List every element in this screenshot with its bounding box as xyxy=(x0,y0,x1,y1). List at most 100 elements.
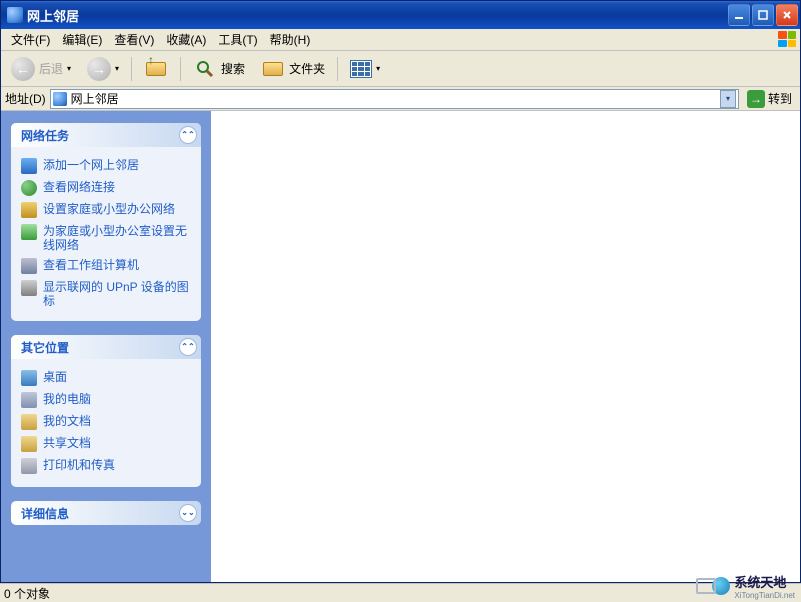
netadd-icon xyxy=(21,158,37,174)
address-location-icon xyxy=(53,92,67,106)
windows-logo-icon xyxy=(778,31,796,47)
content-area: 网络任务⌃⌃添加一个网上邻居查看网络连接设置家庭或小型办公网络为家庭或小型办公室… xyxy=(1,111,800,582)
task-label: 我的文档 xyxy=(43,414,91,428)
toolbar: ← 后退 ▾ → ▾ ↑ 搜索 文件夹 xyxy=(1,51,800,87)
menu-help[interactable]: 帮助(H) xyxy=(264,29,317,50)
panel-body: 添加一个网上邻居查看网络连接设置家庭或小型办公网络为家庭或小型办公室设置无线网络… xyxy=(11,147,201,321)
netconn-icon xyxy=(21,180,37,196)
search-icon xyxy=(193,57,217,81)
panel-header[interactable]: 详细信息⌄⌄ xyxy=(11,501,201,525)
back-button[interactable]: ← 后退 ▾ xyxy=(5,55,77,83)
back-label: 后退 xyxy=(39,60,63,77)
menubar: 文件(F) 编辑(E) 查看(V) 收藏(A) 工具(T) 帮助(H) xyxy=(1,29,800,51)
collapse-icon[interactable]: ⌃⌃ xyxy=(179,126,197,144)
forward-dropdown-icon[interactable]: ▾ xyxy=(115,64,119,73)
address-value: 网上邻居 xyxy=(71,90,716,107)
panel-title: 详细信息 xyxy=(21,505,179,522)
task-label: 查看网络连接 xyxy=(43,180,115,194)
shared-icon xyxy=(21,436,37,452)
task-label: 打印机和传真 xyxy=(43,458,115,472)
up-folder-icon: ↑ xyxy=(144,57,168,81)
maximize-button[interactable] xyxy=(752,4,774,26)
expand-icon[interactable]: ⌄⌄ xyxy=(179,504,197,522)
search-button[interactable]: 搜索 xyxy=(187,55,251,83)
back-arrow-icon: ← xyxy=(11,57,35,81)
task-pane: 网络任务⌃⌃添加一个网上邻居查看网络连接设置家庭或小型办公网络为家庭或小型办公室… xyxy=(1,111,211,582)
menu-view[interactable]: 查看(V) xyxy=(108,29,160,50)
watermark-main: 系统天地 xyxy=(734,575,786,590)
folders-button[interactable]: 文件夹 xyxy=(255,55,331,83)
views-button[interactable]: ▾ xyxy=(344,58,386,80)
task-link[interactable]: 我的电脑 xyxy=(21,389,191,411)
window-title: 网上邻居 xyxy=(27,6,728,25)
back-dropdown-icon[interactable]: ▾ xyxy=(67,64,71,73)
task-label: 我的电脑 xyxy=(43,392,91,406)
task-label: 设置家庭或小型办公网络 xyxy=(43,202,175,216)
task-label: 桌面 xyxy=(43,370,67,384)
task-link[interactable]: 显示联网的 UPnP 设备的图标 xyxy=(21,277,191,311)
panel-title: 网络任务 xyxy=(21,127,179,144)
workgroup-icon xyxy=(21,258,37,274)
addressbar: 地址(D) 网上邻居 ▾ → 转到 xyxy=(1,87,800,111)
upnp-icon xyxy=(21,280,37,296)
watermark: 系统天地 XiTongTianDi.net xyxy=(696,572,795,600)
watermark-logo-icon xyxy=(696,577,730,595)
toolbar-separator xyxy=(337,57,338,81)
folders-icon xyxy=(261,57,285,81)
menu-edit[interactable]: 编辑(E) xyxy=(56,29,108,50)
task-panel: 其它位置⌃⌃桌面我的电脑我的文档共享文档打印机和传真 xyxy=(11,335,201,487)
toolbar-separator xyxy=(131,57,132,81)
forward-arrow-icon: → xyxy=(87,57,111,81)
minimize-button[interactable] xyxy=(728,4,750,26)
desktop-icon xyxy=(21,370,37,386)
menu-tools[interactable]: 工具(T) xyxy=(212,29,263,50)
task-link[interactable]: 打印机和传真 xyxy=(21,455,191,477)
wireless-icon xyxy=(21,224,37,240)
go-label: 转到 xyxy=(768,90,792,107)
mycomputer-icon xyxy=(21,392,37,408)
task-label: 显示联网的 UPnP 设备的图标 xyxy=(43,280,191,308)
folders-label: 文件夹 xyxy=(289,60,325,77)
address-label: 地址(D) xyxy=(5,90,46,107)
address-field[interactable]: 网上邻居 ▾ xyxy=(50,89,739,109)
task-link[interactable]: 共享文档 xyxy=(21,433,191,455)
task-label: 为家庭或小型办公室设置无线网络 xyxy=(43,224,191,252)
up-button[interactable]: ↑ xyxy=(138,55,174,83)
panel-body: 桌面我的电脑我的文档共享文档打印机和传真 xyxy=(11,359,201,487)
menu-file[interactable]: 文件(F) xyxy=(5,29,56,50)
task-label: 查看工作组计算机 xyxy=(43,258,139,272)
network-places-icon xyxy=(7,7,23,23)
task-link[interactable]: 查看工作组计算机 xyxy=(21,255,191,277)
search-label: 搜索 xyxy=(221,60,245,77)
printer-icon xyxy=(21,458,37,474)
task-panel: 详细信息⌄⌄ xyxy=(11,501,201,525)
close-button[interactable] xyxy=(776,4,798,26)
task-link[interactable]: 查看网络连接 xyxy=(21,177,191,199)
titlebar[interactable]: 网上邻居 xyxy=(1,1,800,29)
forward-button[interactable]: → ▾ xyxy=(81,55,125,83)
task-link[interactable]: 我的文档 xyxy=(21,411,191,433)
statusbar: 0 个对象 xyxy=(0,583,801,602)
task-link[interactable]: 为家庭或小型办公室设置无线网络 xyxy=(21,221,191,255)
panel-title: 其它位置 xyxy=(21,339,179,356)
task-link[interactable]: 桌面 xyxy=(21,367,191,389)
task-link[interactable]: 设置家庭或小型办公网络 xyxy=(21,199,191,221)
toolbar-separator xyxy=(180,57,181,81)
task-label: 添加一个网上邻居 xyxy=(43,158,139,172)
nethome-icon xyxy=(21,202,37,218)
address-dropdown-button[interactable]: ▾ xyxy=(720,90,736,108)
panel-header[interactable]: 其它位置⌃⌃ xyxy=(11,335,201,359)
views-dropdown-icon[interactable]: ▾ xyxy=(376,64,380,73)
panel-header[interactable]: 网络任务⌃⌃ xyxy=(11,123,201,147)
explorer-window: 网上邻居 文件(F) 编辑(E) 查看(V) 收藏(A) 工具(T) 帮助(H)… xyxy=(0,0,801,583)
task-link[interactable]: 添加一个网上邻居 xyxy=(21,155,191,177)
menu-favorites[interactable]: 收藏(A) xyxy=(160,29,212,50)
go-arrow-icon: → xyxy=(747,90,765,108)
task-panel: 网络任务⌃⌃添加一个网上邻居查看网络连接设置家庭或小型办公网络为家庭或小型办公室… xyxy=(11,123,201,321)
folder-view[interactable] xyxy=(211,111,800,582)
mydocs-icon xyxy=(21,414,37,430)
watermark-sub: XiTongTianDi.net xyxy=(734,591,795,600)
go-button[interactable]: → 转到 xyxy=(743,89,796,109)
collapse-icon[interactable]: ⌃⌃ xyxy=(179,338,197,356)
views-icon xyxy=(350,60,372,78)
